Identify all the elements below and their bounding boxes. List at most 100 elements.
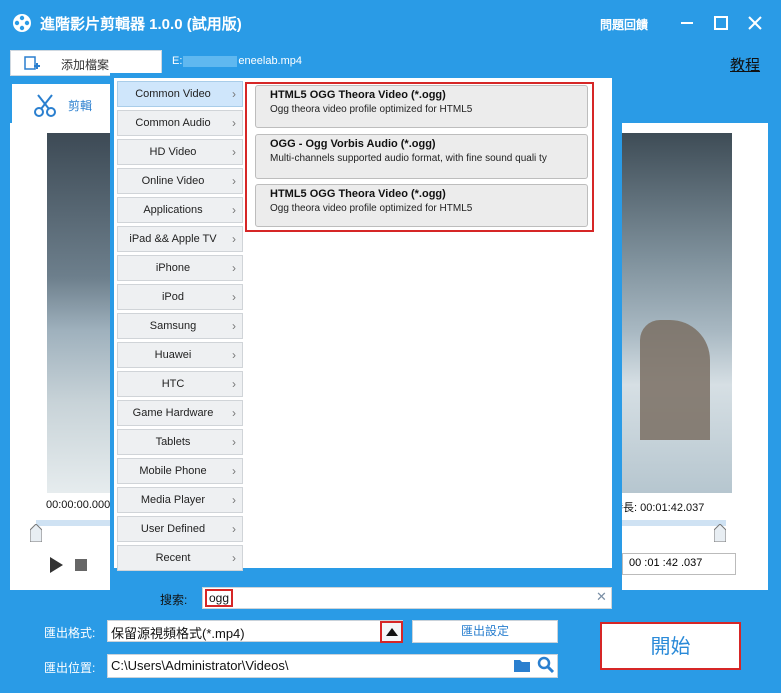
format-category-item[interactable]: Huawei › (117, 342, 243, 368)
export-settings-button[interactable]: 匯出設定 (412, 620, 558, 643)
chevron-right-icon: › (232, 261, 236, 275)
add-file-icon (24, 56, 40, 70)
format-category-label: Media Player (140, 494, 206, 506)
format-option[interactable]: OGG - Ogg Vorbis Audio (*.ogg) Multi-cha… (255, 134, 588, 179)
video-rock-shape (640, 320, 710, 440)
add-file-label: 添加檔案 (61, 58, 110, 72)
format-category-item[interactable]: Applications › (117, 197, 243, 223)
export-format-label: 匯出格式: (44, 626, 96, 640)
chevron-right-icon: › (232, 145, 236, 159)
format-option-title: HTML5 OGG Theora Video (*.ogg) (270, 188, 446, 200)
search-input[interactable] (202, 587, 612, 609)
end-marker-icon[interactable] (714, 524, 726, 542)
duration: 時長: 00:01:42.037 (612, 499, 704, 515)
chevron-right-icon: › (232, 232, 236, 246)
format-category-label: Game Hardware (132, 407, 214, 419)
format-category-label: User Defined (140, 523, 206, 535)
format-category-item[interactable]: HTC › (117, 371, 243, 397)
format-category-label: Samsung (149, 320, 197, 332)
format-category-item[interactable]: Game Hardware › (117, 400, 243, 426)
format-option[interactable]: HTML5 OGG Theora Video (*.ogg) Ogg theor… (255, 184, 588, 227)
format-category-item[interactable]: Common Video › (117, 81, 243, 107)
chevron-right-icon: › (232, 377, 236, 391)
format-category-label: HD Video (149, 146, 197, 158)
format-category-item[interactable]: iPhone › (117, 255, 243, 281)
video-preview-left (47, 133, 117, 493)
format-option-title: HTML5 OGG Theora Video (*.ogg) (270, 89, 446, 101)
format-category-item[interactable]: Online Video › (117, 168, 243, 194)
chevron-right-icon: › (232, 406, 236, 420)
start-button[interactable]: 開始 (600, 622, 741, 670)
stop-icon[interactable] (75, 559, 87, 571)
format-category-label: Common Video (135, 88, 211, 100)
film-reel-icon (13, 14, 31, 32)
format-category-label: Tablets (155, 436, 191, 448)
format-category-label: Online Video (141, 175, 205, 187)
start-marker-icon[interactable] (30, 524, 42, 542)
search-icon[interactable] (537, 656, 555, 674)
redacted-path (183, 55, 238, 67)
format-category-label: HTC (161, 378, 185, 390)
export-location-value: C:\Users\Administrator\Videos\ (111, 658, 289, 673)
format-category-item[interactable]: Media Player › (117, 487, 243, 513)
app-title: 進階影片剪輯器 1.0.0 (試用版) (40, 16, 242, 33)
format-category-item[interactable]: User Defined › (117, 516, 243, 542)
format-category-item[interactable]: HD Video › (117, 139, 243, 165)
format-category-label: Mobile Phone (139, 465, 207, 477)
clear-search-icon[interactable]: ✕ (596, 589, 607, 605)
chevron-right-icon: › (232, 435, 236, 449)
chevron-right-icon: › (232, 174, 236, 188)
search-value: ogg (205, 589, 234, 607)
end-time-field[interactable]: 00 :01 :42 .037 (622, 553, 736, 575)
chevron-right-icon: › (232, 522, 236, 536)
chevron-right-icon: › (232, 493, 236, 507)
format-option[interactable]: HTML5 OGG Theora Video (*.ogg) Ogg theor… (255, 85, 588, 128)
filename-suffix: eneelab.mp4 (238, 55, 303, 67)
format-category-item[interactable]: Common Audio › (117, 110, 243, 136)
duration-value: 00:01:42.037 (640, 502, 705, 514)
format-option-desc: Multi-channels supported audio format, w… (270, 153, 547, 164)
format-category-item[interactable]: Tablets › (117, 429, 243, 455)
tab-edit-label: 剪輯 (68, 99, 93, 113)
play-icon[interactable] (47, 556, 65, 574)
format-category-label: Common Audio (135, 117, 211, 129)
loaded-file-name: E: eneelab.mp4 (172, 55, 302, 67)
format-category-item[interactable]: Mobile Phone › (117, 458, 243, 484)
format-category-label: iPhone (155, 262, 191, 274)
chevron-right-icon: › (232, 319, 236, 333)
tutorial-link[interactable]: 教程 (730, 54, 760, 75)
export-location-label: 匯出位置: (44, 661, 96, 675)
export-format-select[interactable]: 保留源視頻格式(*.mp4) (107, 620, 403, 642)
minimize-icon[interactable] (676, 12, 698, 34)
maximize-icon[interactable] (710, 12, 732, 34)
export-format-value: 保留源視頻格式(*.mp4) (111, 626, 245, 641)
folder-icon[interactable] (513, 657, 531, 673)
triangle-up-icon (386, 628, 398, 636)
filename-prefix: E: (172, 55, 183, 67)
format-category-item[interactable]: Recent › (117, 545, 243, 571)
format-category-item[interactable]: iPod › (117, 284, 243, 310)
format-category-label: iPad && Apple TV (129, 233, 217, 245)
end-time-value: 00 :01 :42 .037 (629, 557, 703, 569)
chevron-right-icon: › (232, 203, 236, 217)
chevron-right-icon: › (232, 551, 236, 565)
search-label: 搜索: (160, 593, 188, 607)
format-category-label: Recent (155, 552, 191, 564)
chevron-right-icon: › (232, 116, 236, 130)
feedback-link[interactable]: 問題回饋 (600, 16, 648, 33)
format-category-item[interactable]: Samsung › (117, 313, 243, 339)
start-time: 00:00:00.000 (46, 499, 111, 511)
close-icon[interactable] (744, 12, 766, 34)
chevron-right-icon: › (232, 348, 236, 362)
format-dropdown-button[interactable] (380, 621, 403, 643)
chevron-right-icon: › (232, 87, 236, 101)
export-location-field[interactable]: C:\Users\Administrator\Videos\ (107, 654, 558, 678)
format-category-label: Huawei (154, 349, 192, 361)
format-option-desc: Ogg theora video profile optimized for H… (270, 203, 473, 214)
chevron-right-icon: › (232, 464, 236, 478)
format-category-item[interactable]: iPad && Apple TV › (117, 226, 243, 252)
chevron-right-icon: › (232, 290, 236, 304)
scissors-icon (34, 94, 56, 117)
format-option-title: OGG - Ogg Vorbis Audio (*.ogg) (270, 138, 436, 150)
tab-edit[interactable]: 剪輯 (12, 84, 110, 128)
